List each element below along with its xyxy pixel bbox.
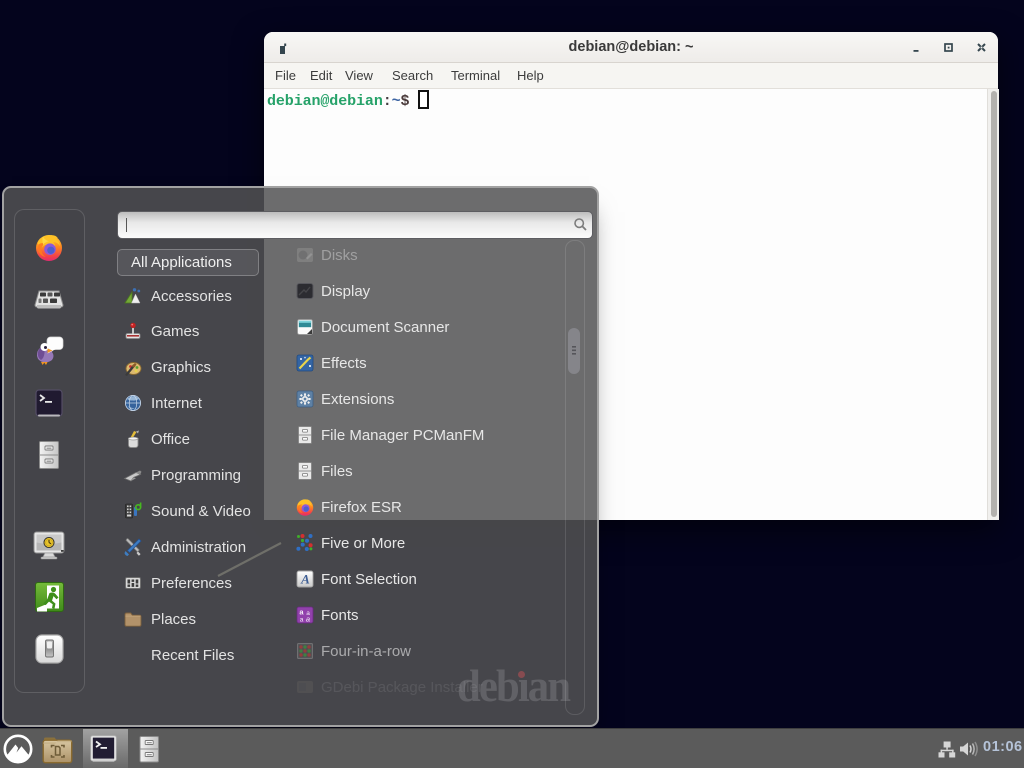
svg-text:A: A [300, 572, 310, 587]
svg-text:a: a [306, 615, 310, 624]
svg-text:a: a [300, 617, 304, 624]
